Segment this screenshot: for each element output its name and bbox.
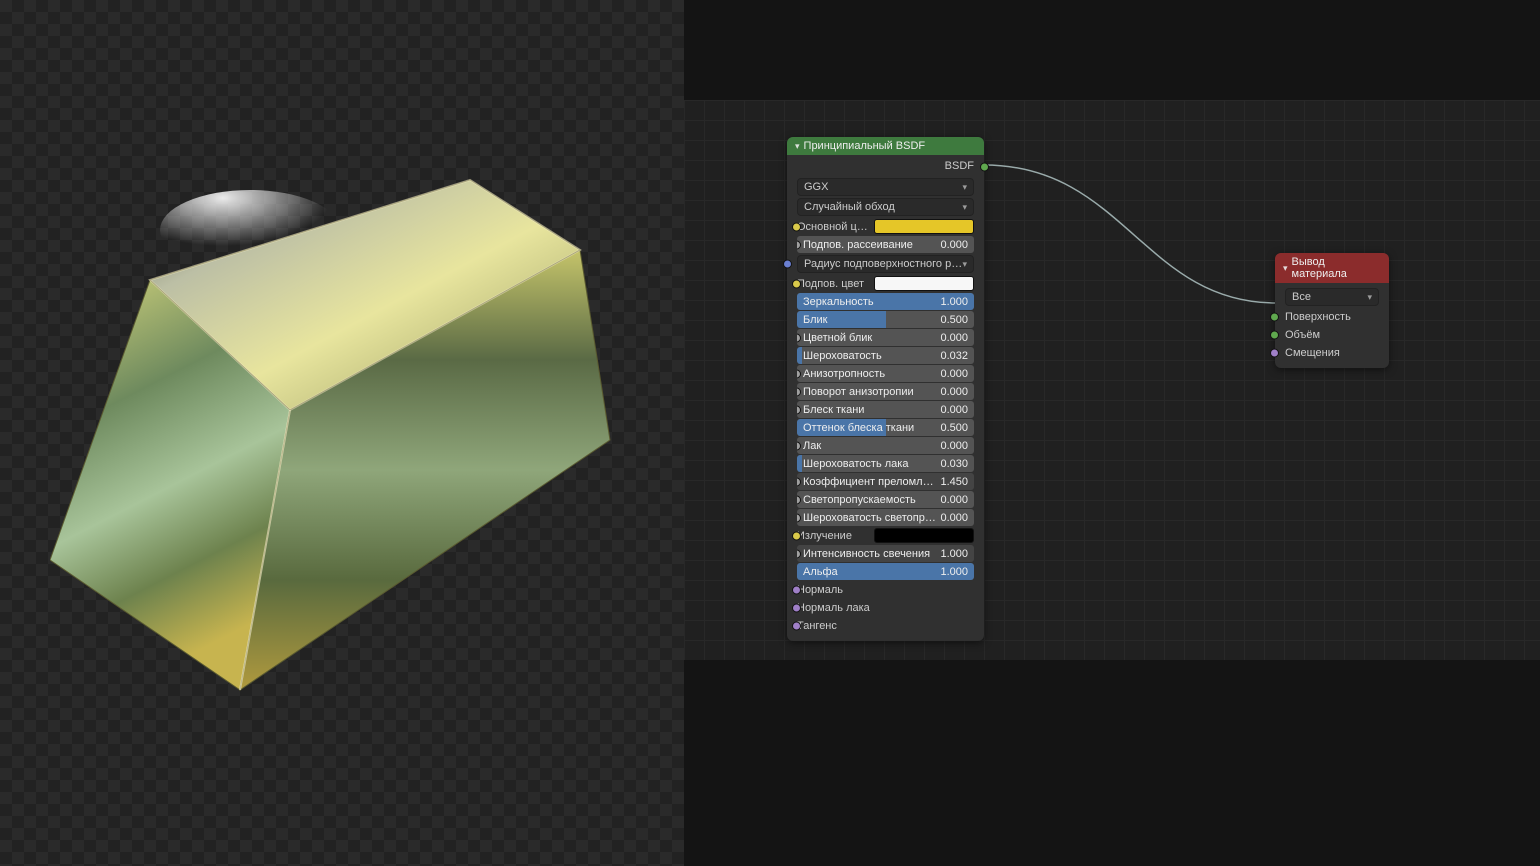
socket-input[interactable]: [797, 495, 801, 504]
base-color-swatch[interactable]: [874, 219, 974, 234]
socket-input[interactable]: [792, 603, 801, 612]
chevron-down-icon: ▾: [962, 259, 967, 270]
node-material-output[interactable]: ▾ Вывод материала Все ▾ Поверхность Объё…: [1275, 253, 1389, 368]
metallic-slider[interactable]: Зеркальность 1.000: [797, 293, 974, 310]
socket-volume[interactable]: [1270, 331, 1279, 340]
node-title: Вывод материала: [1292, 256, 1381, 280]
alpha-slider[interactable]: Альфа 1.000: [797, 563, 974, 580]
sheen-tint-slider[interactable]: Оттенок блеска ткани 0.500: [797, 419, 974, 436]
chevron-down-icon: ▾: [962, 182, 967, 193]
chevron-down-icon: ▾: [1367, 292, 1372, 303]
roughness-slider[interactable]: Шероховатость 0.032: [797, 347, 974, 364]
specular-slider[interactable]: Блик 0.500: [797, 311, 974, 328]
node-header[interactable]: ▾ Вывод материала: [1275, 253, 1389, 283]
clearcoat-slider[interactable]: Лак 0.000: [797, 437, 974, 454]
node-header[interactable]: ▾ Принципиальный BSDF: [787, 137, 984, 155]
socket-output-bsdf[interactable]: [980, 163, 989, 172]
subsurface-method-select[interactable]: Случайный обход ▾: [797, 198, 974, 216]
viewport-3d[interactable]: [0, 0, 684, 866]
clearcoat-roughness-slider[interactable]: Шероховатость лака 0.030: [797, 455, 974, 472]
specular-tint-slider[interactable]: Цветной блик 0.000: [797, 329, 974, 346]
gold-bar-render: [50, 160, 620, 720]
node-editor-header-region: [684, 0, 1540, 100]
socket-input[interactable]: [797, 513, 801, 522]
subsurface-color-swatch[interactable]: [874, 276, 974, 291]
socket-input[interactable]: [792, 279, 801, 288]
node-title: Принципиальный BSDF: [804, 140, 926, 152]
socket-surface[interactable]: [1270, 313, 1279, 322]
socket-input[interactable]: [792, 621, 801, 630]
subsurface-scatter-slider[interactable]: Подпов. рассеивание 0.000: [797, 236, 974, 253]
node-editor-footer-region: [684, 660, 1540, 866]
volume-input[interactable]: Объём: [1275, 326, 1389, 344]
tangent-input[interactable]: Тангенс: [797, 617, 974, 634]
socket-input[interactable]: [797, 369, 801, 378]
socket-input[interactable]: [797, 240, 801, 249]
socket-base-color[interactable]: [792, 222, 801, 231]
anisotropic-rotation-slider[interactable]: Поворот анизотропии 0.000: [797, 383, 974, 400]
output-bsdf: BSDF: [787, 158, 984, 176]
socket-input[interactable]: [797, 387, 801, 396]
emission-color-swatch[interactable]: [874, 528, 974, 543]
socket-input[interactable]: [797, 405, 801, 414]
chevron-down-icon: ▾: [962, 202, 967, 213]
node-principled-bsdf[interactable]: ▾ Принципиальный BSDF BSDF GGX ▾ Случайн…: [787, 137, 984, 641]
socket-input[interactable]: [797, 441, 801, 450]
clearcoat-normal-input[interactable]: Нормаль лака: [797, 599, 974, 616]
emission-strength-field[interactable]: Интенсивность свечения 1.000: [797, 545, 974, 562]
emission-color-row[interactable]: Излучение: [797, 527, 974, 544]
subsurface-color-row[interactable]: Подпов. цвет: [797, 275, 974, 292]
collapse-icon[interactable]: ▾: [1283, 263, 1288, 274]
socket-input[interactable]: [797, 333, 801, 342]
displacement-input[interactable]: Смещения: [1275, 344, 1389, 362]
anisotropic-slider[interactable]: Анизотропность 0.000: [797, 365, 974, 382]
distribution-select[interactable]: GGX ▾: [797, 178, 974, 196]
sheen-slider[interactable]: Блеск ткани 0.000: [797, 401, 974, 418]
collapse-icon[interactable]: ▾: [795, 141, 800, 152]
socket-displacement[interactable]: [1270, 349, 1279, 358]
socket-input[interactable]: [797, 477, 801, 486]
node-editor[interactable]: ▾ Принципиальный BSDF BSDF GGX ▾ Случайн…: [684, 0, 1540, 866]
output-target-select[interactable]: Все ▾: [1285, 288, 1379, 306]
socket-input[interactable]: [792, 531, 801, 540]
subsurface-radius-select[interactable]: Радиус подповерхностного рассе.. ▾: [797, 255, 974, 273]
transmission-slider[interactable]: Светопропускаемость 0.000: [797, 491, 974, 508]
base-color-row[interactable]: Основной цве: [797, 218, 974, 235]
transmission-roughness-slider[interactable]: Шероховатость светопропус 0.000: [797, 509, 974, 526]
surface-input[interactable]: Поверхность: [1275, 308, 1389, 326]
socket-input[interactable]: [783, 260, 792, 269]
socket-input[interactable]: [797, 549, 801, 558]
socket-input[interactable]: [792, 585, 801, 594]
normal-input[interactable]: Нормаль: [797, 581, 974, 598]
ior-field[interactable]: Коэффициент преломлени 1.450: [797, 473, 974, 490]
